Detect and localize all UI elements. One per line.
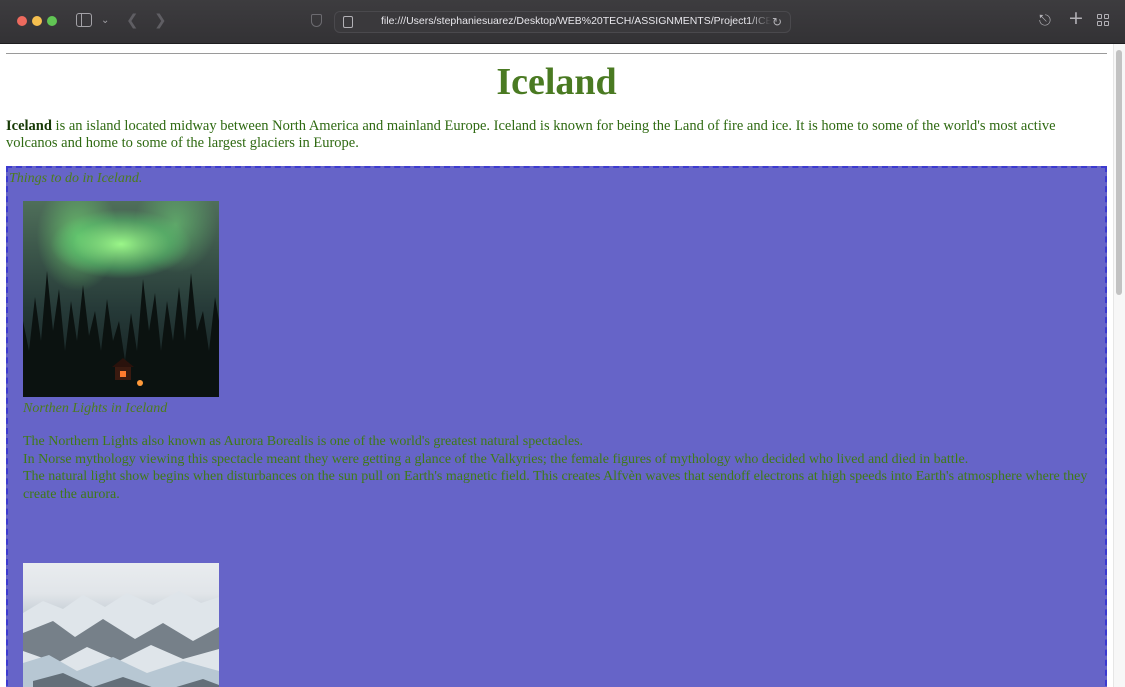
intro-bold-term: Iceland [6, 118, 52, 134]
address-bar[interactable]: file:///Users/stephaniesuarez/Desktop/WE… [334, 11, 791, 33]
glacier-ice-icon [23, 591, 219, 687]
window-maximize-button[interactable] [47, 16, 57, 26]
share-icon[interactable]: ⎋ [1039, 12, 1051, 28]
paragraph-line: The natural light show begins when distu… [23, 469, 1088, 502]
sidebar-toggle-icon[interactable] [76, 13, 92, 27]
forest-silhouette-icon [23, 271, 219, 397]
new-tab-icon[interactable]: + [1068, 9, 1084, 28]
reload-icon[interactable]: ↻ [772, 15, 782, 29]
page-icon [343, 16, 353, 28]
vertical-scrollbar[interactable] [1113, 44, 1125, 687]
northern-lights-caption: Northen Lights in Iceland [23, 401, 168, 416]
things-to-do-section: Things to do in Iceland. Northen Lights … [6, 166, 1107, 687]
northern-lights-paragraph: The Northern Lights also known as Aurora… [23, 433, 1098, 503]
back-arrow-icon[interactable]: ❮ [126, 12, 139, 28]
intro-text: is an island located midway between Nort… [6, 118, 1056, 151]
page-viewport: Iceland Iceland is an island located mid… [0, 44, 1125, 687]
window-close-button[interactable] [17, 16, 27, 26]
section-caption: Things to do in Iceland. [9, 171, 143, 186]
browser-toolbar: ⌄ ❮ ❯ file:///Users/stephaniesuarez/Desk… [0, 0, 1125, 44]
paragraph-line: In Norse mythology viewing this spectacl… [23, 451, 969, 467]
intro-paragraph: Iceland is an island located midway betw… [6, 118, 1106, 152]
horizontal-rule [6, 53, 1107, 54]
northern-lights-photo [23, 201, 219, 397]
paragraph-line: The Northern Lights also known as Aurora… [23, 434, 584, 449]
chevron-down-icon[interactable]: ⌄ [101, 13, 109, 29]
tab-overview-icon[interactable] [1097, 14, 1109, 26]
privacy-shield-icon[interactable] [311, 14, 322, 27]
url-text[interactable]: file:///Users/stephaniesuarez/Desktop/WE… [381, 15, 771, 27]
glacier-photo [23, 563, 219, 687]
scrollbar-thumb[interactable] [1116, 50, 1122, 295]
page-title: Iceland [496, 61, 617, 103]
forward-arrow-icon[interactable]: ❯ [154, 12, 167, 28]
window-minimize-button[interactable] [32, 16, 42, 26]
